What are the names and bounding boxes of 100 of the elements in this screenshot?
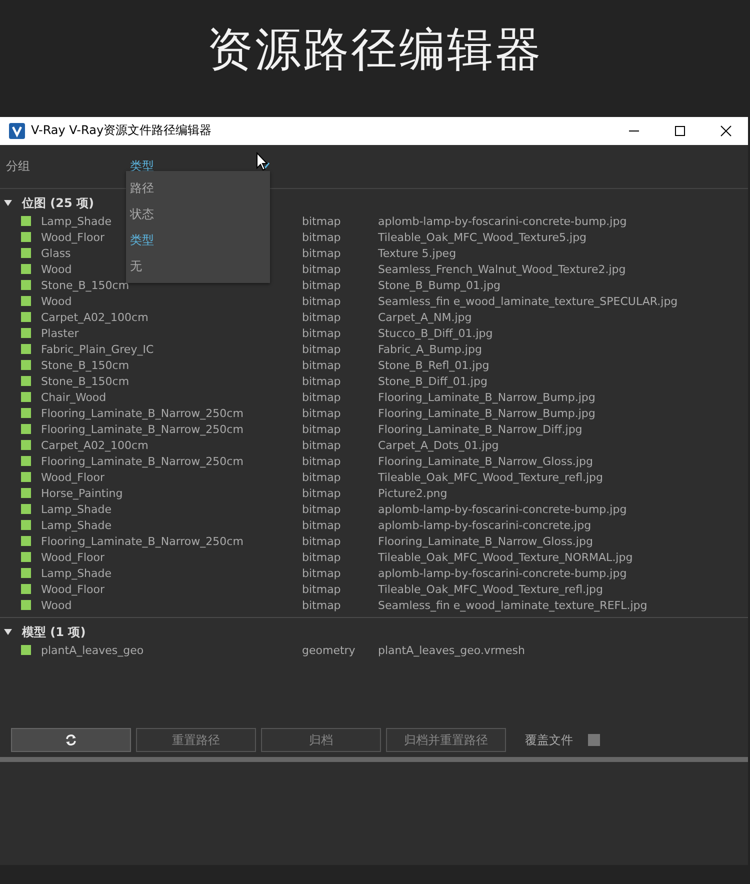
group-header: 位图 (25 项): [22, 194, 94, 212]
refresh-icon: [65, 734, 77, 746]
file-path: Stone_B_Refl_01.jpg: [378, 358, 490, 372]
file-path: aplomb-lamp-by-foscarini-concrete-bump.jpg: [378, 214, 627, 228]
file-path: Flooring_Laminate_B_Narrow_Diff.jpg: [378, 422, 582, 436]
asset-type: bitmap: [302, 278, 342, 292]
asset-name: Lamp_Shade: [41, 518, 112, 532]
status-square-icon: [21, 440, 31, 450]
expand-arrow-icon[interactable]: [4, 628, 12, 636]
overwrite-checkbox[interactable]: [588, 734, 600, 746]
file-path: Flooring_Laminate_B_Narrow_Gloss.jpg: [378, 534, 593, 548]
asset-type: bitmap: [302, 438, 342, 452]
status-square-icon: [21, 376, 31, 386]
asset-type: bitmap: [302, 422, 342, 436]
file-path: plantA_leaves_geo.vrmesh: [378, 644, 525, 657]
overwrite-label: 覆盖文件: [525, 732, 573, 749]
asset-type: bitmap: [302, 374, 342, 388]
refresh-button[interactable]: [11, 728, 131, 752]
file-path: Seamless_fin e_wood_laminate_texture_SPECULAR.jpg: [378, 294, 678, 308]
asset-name: Flooring_Laminate_B_Narrow_250cm: [41, 534, 244, 548]
asset-name: Horse_Painting: [41, 486, 123, 500]
status-square-icon: [21, 552, 31, 562]
asset-type: bitmap: [302, 598, 342, 612]
file-path: Stone_B_Bump_01.jpg: [378, 278, 501, 292]
close-icon[interactable]: [720, 124, 732, 137]
asset-type: bitmap: [302, 534, 342, 548]
asset-type: bitmap: [302, 246, 342, 260]
status-square-icon: [21, 248, 31, 258]
asset-name: Plaster: [41, 326, 79, 340]
asset-type: bitmap: [302, 566, 342, 580]
file-path: Flooring_Laminate_B_Narrow_Gloss.jpg: [378, 454, 593, 468]
status-square-icon: [21, 504, 31, 514]
asset-type: bitmap: [302, 470, 342, 484]
file-path: aplomb-lamp-by-foscarini-concrete-bump.jpg: [378, 566, 627, 580]
status-square-icon: [21, 472, 31, 482]
asset-name: Flooring_Laminate_B_Narrow_250cm: [41, 406, 244, 420]
asset-type: bitmap: [302, 550, 342, 564]
status-square-icon: [21, 456, 31, 466]
asset-type: bitmap: [302, 486, 342, 500]
asset-name: Stone_B_150cm: [41, 358, 130, 372]
file-path: Carpet_A_NM.jpg: [378, 310, 472, 324]
asset-type: bitmap: [302, 214, 342, 228]
asset-type: bitmap: [302, 342, 342, 356]
asset-type: bitmap: [302, 230, 342, 244]
file-path: aplomb-lamp-by-foscarini-concrete.jpg: [378, 518, 592, 532]
file-path: Stone_B_Diff_01.jpg: [378, 374, 488, 388]
asset-name: Stone_B_150cm: [41, 374, 130, 388]
window-title: V-Ray V-Ray资源文件路径编辑器: [31, 122, 212, 140]
asset-name: Wood_Floor: [41, 550, 105, 564]
status-square-icon: [21, 232, 31, 242]
asset-type: bitmap: [302, 294, 342, 308]
group-label: 分组: [6, 158, 31, 175]
logo-icon: [9, 122, 25, 139]
status-square-icon: [21, 264, 31, 274]
status-square-icon: [21, 408, 31, 418]
status-square-icon: [21, 520, 31, 530]
status-square-icon: [21, 424, 31, 434]
asset-type: bitmap: [302, 406, 342, 420]
file-path: Carpet_A_Dots_01.jpg: [378, 438, 499, 452]
dropdown-option[interactable]: 路径: [126, 175, 270, 201]
mouse-cursor-icon: [256, 152, 268, 171]
asset-name: Lamp_Shade: [41, 566, 112, 580]
asset-type: bitmap: [302, 454, 342, 468]
status-square-icon: [21, 360, 31, 370]
asset-type: bitmap: [302, 518, 342, 532]
maximize-icon[interactable]: [674, 124, 686, 137]
asset-type: bitmap: [302, 358, 342, 372]
status-square-icon: [21, 645, 31, 656]
status-square-icon: [21, 536, 31, 546]
status-square-icon: [21, 312, 31, 322]
status-square-icon: [21, 216, 31, 226]
status-square-icon: [21, 488, 31, 498]
file-path: Flooring_Laminate_B_Narrow_Bump.jpg: [378, 406, 596, 420]
status-square-icon: [21, 280, 31, 290]
file-path: Tileable_Oak_MFC_Wood_Texture5.jpg: [378, 230, 587, 244]
file-path: Tileable_Oak_MFC_Wood_Texture_refl.jpg: [378, 582, 604, 596]
status-square-icon: [21, 568, 31, 578]
asset-name: Fabric_Plain_Grey_IC: [41, 342, 154, 356]
status-square-icon: [21, 392, 31, 402]
asset-name: Wood: [41, 294, 72, 308]
file-path: Texture 5.jpeg: [378, 246, 456, 260]
dropdown-option[interactable]: 状态: [126, 201, 270, 227]
expand-arrow-icon[interactable]: [4, 199, 12, 208]
file-path: Flooring_Laminate_B_Narrow_Bump.jpg: [378, 390, 596, 404]
file-path: Seamless_French_Walnut_Wood_Texture2.jpg: [378, 262, 626, 276]
asset-name: Wood: [41, 262, 72, 276]
asset-name: Glass: [41, 246, 71, 260]
asset-name: Carpet_A02_100cm: [41, 310, 148, 324]
dropdown-option[interactable]: 类型: [126, 227, 270, 253]
status-square-icon: [21, 328, 31, 338]
group-header: 模型 (1 项): [22, 624, 86, 641]
asset-type: bitmap: [302, 326, 342, 340]
asset-name: Chair_Wood: [41, 390, 106, 404]
asset-name: Stone_B_150cm: [41, 278, 130, 292]
asset-name: Lamp_Shade: [41, 214, 112, 228]
file-path: Tileable_Oak_MFC_Wood_Texture_refl.jpg: [378, 470, 604, 484]
asset-name: Flooring_Laminate_B_Narrow_250cm: [41, 422, 244, 436]
dropdown-option[interactable]: 无: [126, 253, 270, 279]
file-path: Seamless_fin e_wood_laminate_texture_REFL.jpg: [378, 598, 648, 612]
asset-name: Wood_Floor: [41, 230, 105, 244]
